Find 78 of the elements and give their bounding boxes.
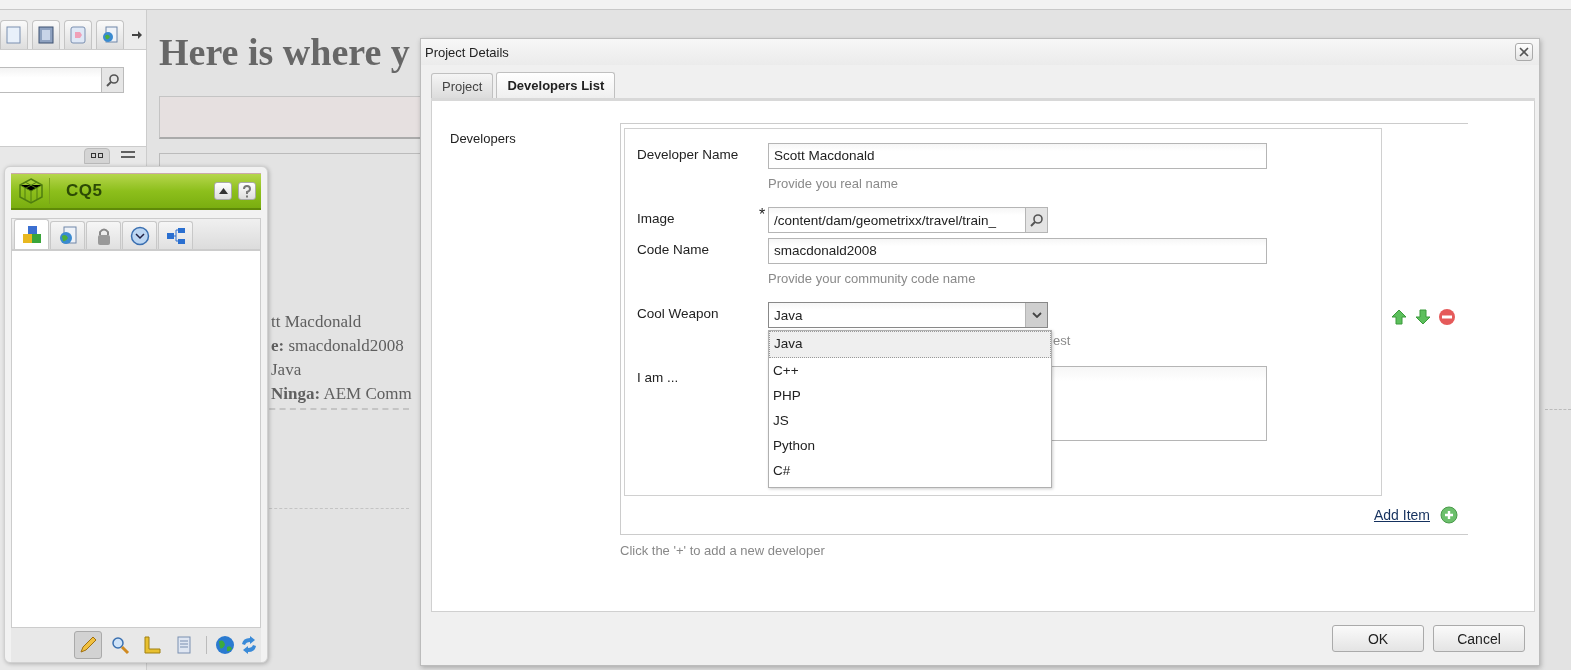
close-icon — [1519, 47, 1529, 57]
film-tab[interactable] — [32, 20, 60, 49]
globe-page-icon — [57, 225, 78, 246]
close-button[interactable] — [1515, 43, 1533, 61]
move-down-icon[interactable] — [1414, 308, 1432, 326]
page-icon — [6, 26, 22, 44]
web-page-tab[interactable] — [96, 20, 124, 49]
cube-icon — [19, 178, 43, 204]
pencil-tool[interactable] — [74, 631, 102, 659]
field-hint: Provide you real name — [768, 176, 899, 191]
add-icon[interactable] — [1440, 506, 1458, 524]
required-mark: * — [759, 206, 766, 223]
sitemap-icon — [165, 225, 186, 246]
profile-text: Ninga: AEM Comm — [271, 383, 412, 405]
dropdown-value: Java — [774, 307, 803, 323]
page-tab[interactable] — [50, 221, 85, 249]
ok-button[interactable]: OK — [1332, 625, 1424, 652]
dropdown-option[interactable]: C++ — [769, 358, 1051, 383]
path-field[interactable]: /content/dam/geometrixx/travel/train_ — [768, 207, 1048, 233]
form-label: Image — [637, 210, 676, 226]
help-button[interactable] — [238, 182, 256, 200]
list-icon — [121, 151, 135, 159]
pencil-icon — [78, 635, 98, 655]
collapse-button[interactable] — [214, 182, 232, 200]
chevron-down-icon — [1031, 312, 1042, 318]
page-heading: Here is where y — [159, 30, 410, 74]
field-hint: est — [1053, 333, 1071, 348]
triangle-up-icon — [218, 188, 228, 194]
panel-title: CQ5 — [66, 181, 103, 201]
dropdown-option[interactable]: Java — [769, 331, 1051, 358]
form-label: I am ... — [637, 369, 680, 385]
globe-page-icon — [102, 26, 118, 44]
text-field[interactable]: Scott Macdonald — [768, 143, 1267, 169]
field-label: Developers — [450, 130, 517, 148]
search-button[interactable] — [101, 68, 123, 92]
profile-text: tt Macdonald — [271, 311, 363, 333]
dropdown-option[interactable]: JS — [769, 408, 1051, 433]
refresh-icon[interactable] — [239, 635, 259, 655]
profile-text: Java — [271, 359, 303, 381]
move-up-icon[interactable] — [1390, 308, 1408, 326]
form-label: Code Name — [637, 241, 711, 257]
dialog-tab[interactable]: Developers List — [496, 72, 616, 98]
dropdown-option[interactable]: PHP — [769, 383, 1051, 408]
remove-icon[interactable] — [1438, 308, 1456, 326]
path-value: /content/dam/geometrixx/travel/train_ — [774, 212, 997, 228]
dialog-tab[interactable]: Project — [431, 73, 494, 98]
form-label: Developer Name — [637, 146, 740, 162]
help-text: Click the '+' to add a new developer — [620, 543, 826, 558]
grid-icon — [91, 153, 103, 159]
form-label: Cool Weapon — [637, 305, 720, 321]
tag-tab[interactable] — [64, 20, 92, 49]
profile-text: e: smacdonald2008 — [271, 335, 405, 357]
magnifier-icon — [110, 635, 130, 655]
components-tab[interactable] — [14, 219, 49, 249]
search-icon — [1029, 213, 1044, 227]
search-icon — [105, 73, 120, 87]
tag-icon — [70, 26, 86, 44]
field-hint: Provide your community code name — [768, 271, 976, 286]
dropdown-option[interactable]: Python — [769, 433, 1051, 458]
search-field[interactable] — [0, 67, 124, 93]
add-item-link[interactable]: Add Item — [1373, 507, 1430, 523]
document-icon — [174, 635, 194, 655]
film-icon — [38, 26, 54, 44]
dropdown-field[interactable]: Java — [768, 302, 1048, 328]
cancel-button[interactable]: Cancel — [1433, 625, 1525, 652]
blocks-icon — [21, 224, 42, 245]
globe-icon[interactable] — [215, 635, 235, 655]
help-icon — [242, 184, 252, 198]
grid-view-button[interactable] — [84, 148, 110, 164]
page-tab[interactable] — [0, 20, 28, 49]
ruler-icon — [142, 635, 162, 655]
dropdown-button[interactable] — [1025, 303, 1047, 327]
browse-button[interactable] — [1025, 208, 1047, 232]
lock-tab[interactable] — [86, 221, 121, 249]
dropdown-option[interactable]: C# — [769, 458, 1051, 483]
sitemap-tab[interactable] — [158, 221, 193, 249]
dialog-title: Project Details — [425, 44, 509, 60]
text-field[interactable]: smacdonald2008 — [768, 238, 1267, 264]
